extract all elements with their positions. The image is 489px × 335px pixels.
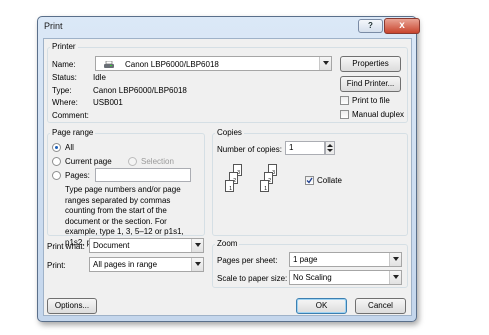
print-what-label: Print what:	[47, 242, 85, 251]
number-of-copies-label: Number of copies:	[217, 145, 282, 154]
copies-spin-button[interactable]	[325, 141, 335, 155]
chevron-down-icon[interactable]	[389, 253, 401, 266]
print-value: All pages in range	[93, 260, 158, 269]
dialog-title: Print	[44, 21, 63, 31]
chevron-down-icon[interactable]	[389, 271, 401, 284]
chevron-down-icon[interactable]	[191, 239, 203, 252]
selection-radio[interactable]	[128, 157, 137, 166]
print-label: Print:	[47, 261, 66, 270]
all-label: All	[65, 143, 74, 152]
ok-button[interactable]: OK	[296, 298, 347, 314]
comment-label: Comment:	[52, 111, 89, 120]
type-label: Type:	[52, 86, 72, 95]
help-button[interactable]: ?	[358, 19, 383, 33]
printer-name-select[interactable]: Canon LBP6000/LBP6018	[95, 56, 332, 71]
number-of-copies-input[interactable]: 1	[285, 141, 325, 155]
all-radio[interactable]	[52, 143, 61, 152]
properties-button[interactable]: Properties	[340, 56, 401, 72]
pages-per-sheet-select[interactable]: 1 page	[289, 252, 402, 267]
manual-duplex-label: Manual duplex	[352, 110, 405, 119]
printer-name-value: Canon LBP6000/LBP6018	[125, 60, 219, 69]
print-to-file-label: Print to file	[352, 96, 390, 105]
chevron-down-icon[interactable]	[191, 258, 203, 271]
scale-to-paper-size-value: No Scaling	[293, 273, 332, 282]
collate-page: 1	[260, 180, 269, 192]
print-select[interactable]: All pages in range	[89, 257, 204, 272]
status-label: Status:	[52, 73, 77, 82]
find-printer-button[interactable]: Find Printer...	[340, 76, 401, 92]
print-to-file-checkbox[interactable]	[340, 96, 349, 105]
options-button[interactable]: Options...	[47, 298, 97, 314]
cancel-button[interactable]: Cancel	[355, 298, 406, 314]
type-value: Canon LBP6000/LBP6018	[93, 86, 187, 95]
pages-radio[interactable]	[52, 171, 61, 180]
zoom-group-label: Zoom	[215, 239, 240, 249]
current-page-label: Current page	[65, 157, 112, 166]
where-value: USB001	[93, 98, 123, 107]
printer-icon	[104, 60, 114, 68]
scale-to-paper-size-select[interactable]: No Scaling	[289, 270, 402, 285]
scale-to-paper-size-label: Scale to paper size:	[217, 274, 288, 283]
selection-label: Selection	[141, 157, 174, 166]
current-page-radio[interactable]	[52, 157, 61, 166]
print-what-select[interactable]: Document	[89, 238, 204, 253]
checkmark-icon	[306, 177, 313, 184]
pages-per-sheet-label: Pages per sheet:	[217, 256, 278, 265]
collate-page: 1	[225, 180, 234, 192]
status-value: Idle	[93, 73, 106, 82]
spin-arrows-icon	[327, 144, 333, 152]
chevron-down-icon[interactable]	[319, 57, 331, 70]
collate-label: Collate	[317, 176, 342, 185]
pages-per-sheet-value: 1 page	[293, 255, 318, 264]
pages-label: Pages:	[65, 171, 90, 180]
manual-duplex-checkbox[interactable]	[340, 110, 349, 119]
number-of-copies-value: 1	[289, 143, 294, 152]
printer-group-label: Printer	[50, 42, 78, 52]
page-range-group-label: Page range	[50, 128, 96, 138]
printer-name-label: Name:	[52, 60, 76, 69]
collate-checkbox[interactable]	[305, 176, 314, 185]
copies-group-label: Copies	[215, 128, 244, 138]
where-label: Where:	[52, 98, 78, 107]
print-what-value: Document	[93, 241, 130, 250]
pages-input[interactable]	[95, 168, 191, 182]
close-button[interactable]: x	[384, 18, 420, 34]
